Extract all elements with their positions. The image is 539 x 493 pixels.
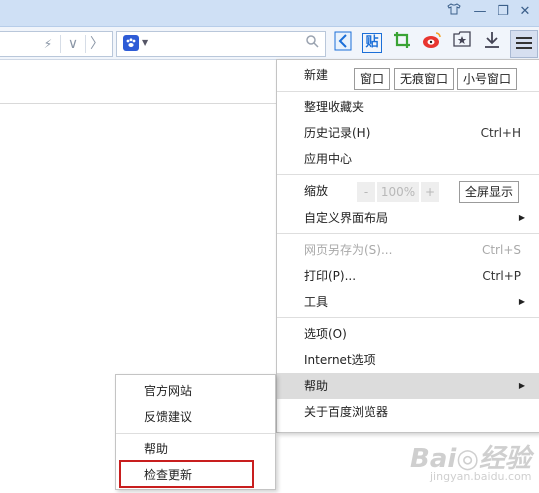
main-menu-button[interactable] (510, 30, 538, 58)
menu-item-label: 自定义界面布局 (304, 211, 389, 225)
menu-item-label: 反馈建议 (144, 410, 193, 424)
minimize-button[interactable]: — (470, 3, 490, 21)
submenu-item-official-site[interactable]: 官方网站 (116, 378, 275, 404)
title-bar: — ❐ ✕ (0, 0, 539, 27)
menu-item-label: 工具 (304, 295, 329, 309)
shortcut-label: Ctrl+H (480, 126, 521, 140)
menu-new-label: 新建 (304, 68, 329, 82)
toolbar: ⚡ ∨ 〉 ▼ 贴 (0, 27, 539, 60)
hamburger-icon (516, 37, 532, 49)
menu-item-app-center[interactable]: 应用中心 (277, 146, 539, 172)
submenu-item-help[interactable]: 帮助 (116, 436, 275, 462)
menu-item-label: 整理收藏夹 (304, 100, 365, 114)
submenu-arrow-icon: ▶ (518, 213, 525, 222)
watermark: Bai◎经验 jingyan.baidu.com (410, 430, 535, 490)
menu-item-label: 帮助 (144, 442, 169, 456)
zoom-in-button[interactable]: + (421, 182, 439, 202)
menu-item-label: 关于百度浏览器 (304, 405, 389, 419)
download-icon[interactable] (481, 31, 503, 53)
watermark-url: jingyan.baidu.com (430, 470, 532, 483)
menu-item-internet-options[interactable]: Internet选项 (277, 347, 539, 373)
search-engine-paw-icon[interactable] (123, 35, 139, 51)
menu-item-save-page-as: 网页另存为(S)... Ctrl+S (277, 237, 539, 263)
menu-item-label: 网页另存为(S)... (304, 243, 393, 257)
zoom-value: 100% (377, 182, 419, 202)
menu-item-tools[interactable]: 工具 ▶ (277, 289, 539, 315)
highlight-box (119, 460, 254, 488)
paw-icon (126, 38, 136, 47)
menu-item-label: 选项(O) (304, 327, 347, 341)
divider (277, 317, 539, 318)
search-box[interactable]: ▼ (116, 31, 326, 57)
divider (277, 174, 539, 175)
skin-shirt-icon[interactable] (444, 3, 464, 21)
chevron-right-icon[interactable]: 〉 (88, 35, 106, 53)
divider (277, 91, 539, 92)
menu-item-options[interactable]: 选项(O) (277, 321, 539, 347)
bolt-icon[interactable]: ⚡ (39, 35, 57, 53)
fullscreen-button[interactable]: 全屏显示 (459, 181, 520, 203)
menu-item-label: 打印(P)... (304, 269, 357, 283)
close-button[interactable]: ✕ (515, 3, 535, 21)
menu-item-about[interactable]: 关于百度浏览器 (277, 399, 539, 425)
new-private-window-button[interactable]: 无痕窗口 (394, 68, 455, 90)
chevron-down-icon[interactable]: ∨ (64, 35, 82, 53)
divider (85, 35, 86, 53)
menu-item-help[interactable]: 帮助 ▶ (277, 373, 539, 399)
zoom-out-button[interactable]: - (357, 182, 375, 202)
shortcut-label: Ctrl+S (481, 243, 521, 257)
menu-item-label: Internet选项 (304, 353, 376, 367)
shortcut-label: Ctrl+P (482, 269, 521, 283)
menu-item-print[interactable]: 打印(P)... Ctrl+P (277, 263, 539, 289)
page-divider (0, 103, 276, 104)
submenu-arrow-icon: ▶ (518, 297, 525, 306)
menu-zoom-row: 缩放 - 100% + 全屏显示 (277, 178, 539, 204)
restore-button[interactable]: ❐ (493, 3, 513, 21)
weibo-icon[interactable] (421, 31, 443, 53)
submenu-arrow-icon: ▶ (518, 381, 525, 390)
address-bar[interactable]: ⚡ ∨ 〉 (0, 31, 113, 57)
new-window-button[interactable]: 窗口 (354, 68, 391, 90)
zoom-label: 缩放 (304, 184, 329, 198)
menu-item-customize-layout[interactable]: 自定义界面布局 ▶ (277, 205, 539, 231)
share-icon[interactable] (332, 31, 354, 53)
menu-item-label: 官方网站 (144, 384, 193, 398)
divider (116, 433, 275, 434)
engine-dropdown-icon[interactable]: ▼ (142, 35, 148, 51)
new-small-window-button[interactable]: 小号窗口 (457, 68, 518, 90)
menu-item-label: 历史记录(H) (304, 126, 371, 140)
favorites-folder-icon[interactable] (451, 31, 473, 53)
menu-item-history[interactable]: 历史记录(H) Ctrl+H (277, 120, 539, 146)
crop-screenshot-icon[interactable] (391, 31, 413, 53)
menu-item-organize-favorites[interactable]: 整理收藏夹 (277, 94, 539, 120)
tie-post-icon[interactable]: 贴 (362, 33, 382, 53)
divider (277, 233, 539, 234)
divider (60, 35, 61, 53)
main-menu: 新建 窗口 无痕窗口 小号窗口 整理收藏夹 历史记录(H) Ctrl+H 应用中… (276, 59, 539, 433)
menu-item-label: 帮助 (304, 379, 329, 393)
menu-item-label: 应用中心 (304, 152, 353, 166)
shirt-icon (447, 3, 461, 15)
search-icon[interactable] (305, 34, 319, 53)
submenu-item-feedback[interactable]: 反馈建议 (116, 404, 275, 430)
menu-new-row: 新建 窗口 无痕窗口 小号窗口 (277, 62, 539, 90)
